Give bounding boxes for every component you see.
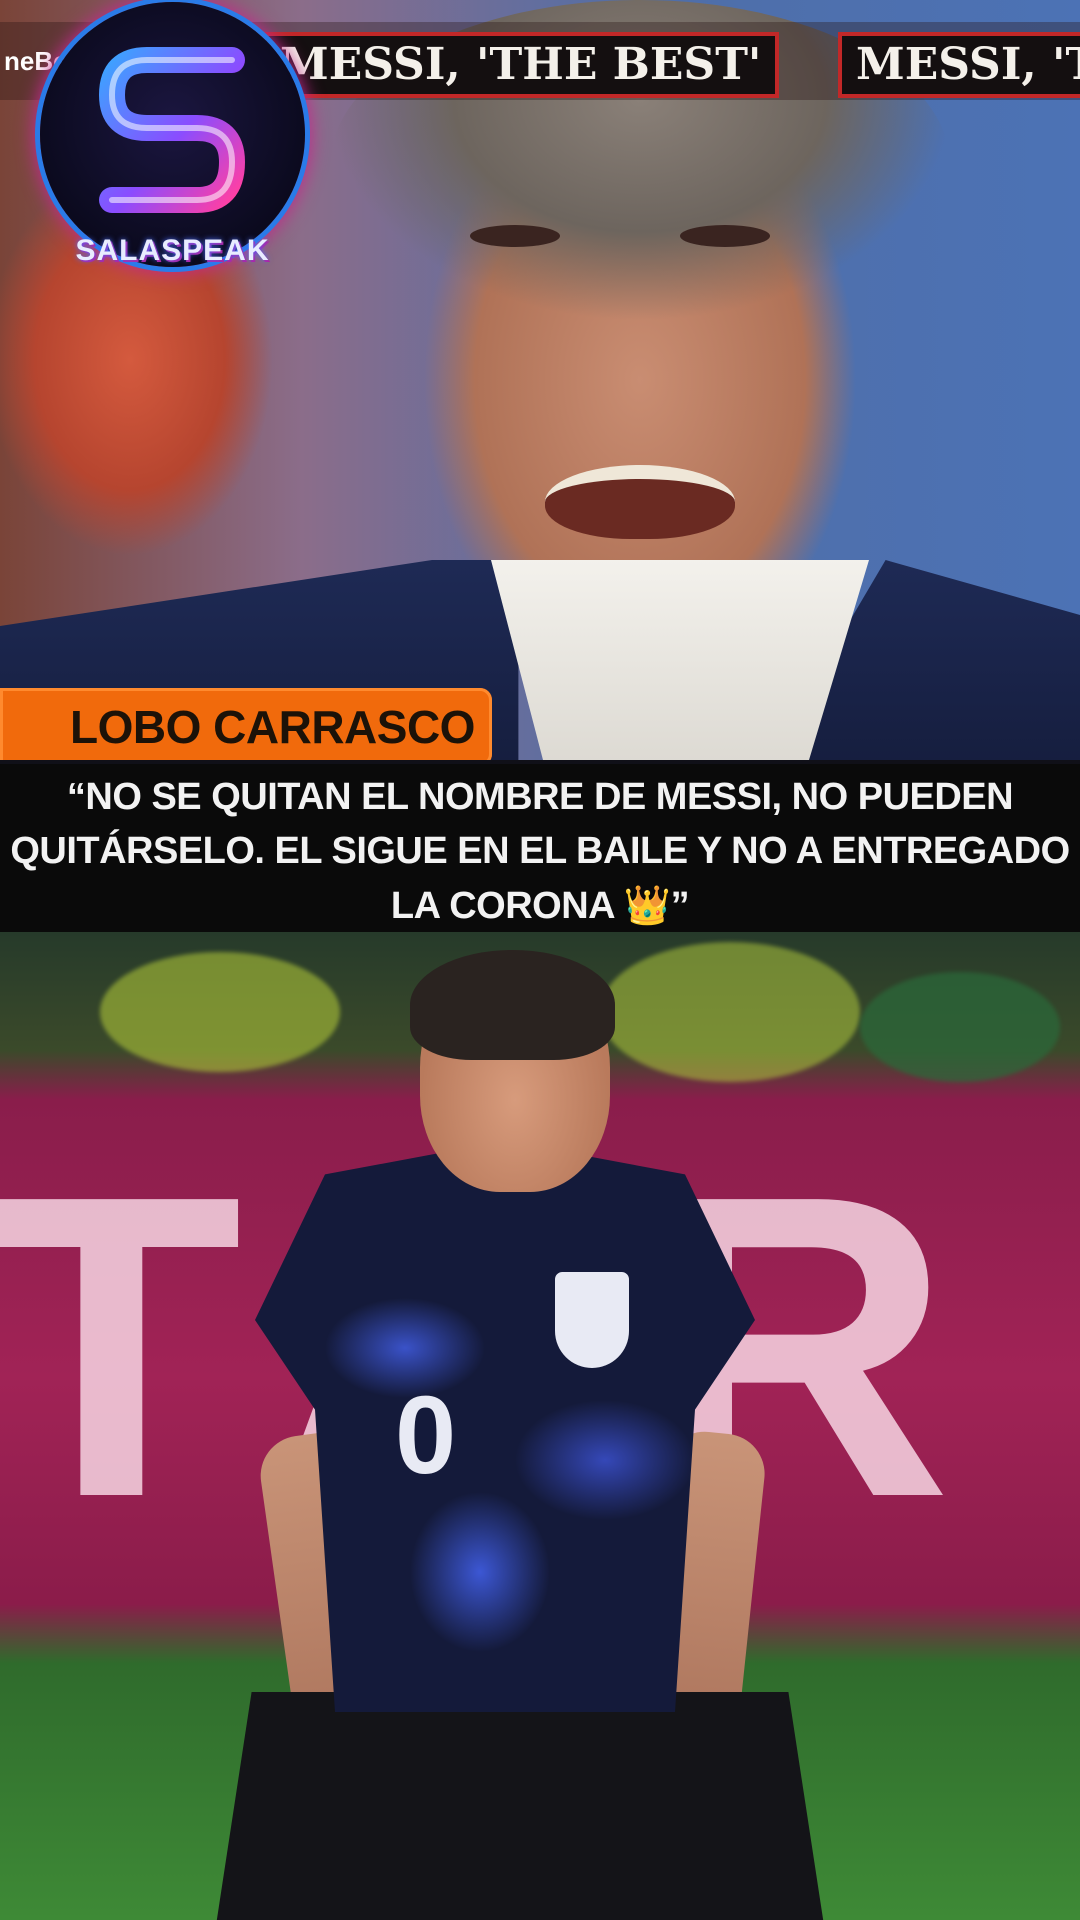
- crest-icon: [555, 1272, 629, 1368]
- player-shorts: [215, 1692, 825, 1920]
- quote-caption: “NO SE QUITAN EL NOMBRE DE MESSI, NO PUE…: [0, 764, 1080, 932]
- commentator-mouth: [545, 465, 735, 539]
- quote-line-1: “NO SE QUITAN EL NOMBRE DE MESSI, NO PUE…: [66, 776, 1014, 818]
- channel-logo: SALASPEAK: [40, 2, 305, 267]
- quote-closing-mark: ”: [670, 885, 690, 927]
- crowd-blur: [100, 952, 340, 1072]
- logo-name: SALASPEAK: [75, 234, 270, 267]
- quote-line-2: QUITÁRSELO. EL SIGUE EN EL BAILE Y NO A …: [10, 830, 1070, 872]
- bottom-photo-panel: TAR 0: [0, 932, 1080, 1920]
- top-photo-panel: neBe MESSI, 'THE BEST' MESSI, 'T SALASPE…: [0, 0, 1080, 760]
- jersey-number: 0: [395, 1374, 457, 1497]
- speaker-name: LOBO CARRASCO: [70, 701, 475, 753]
- crowd-blur: [600, 942, 860, 1082]
- crowd-blur: [860, 972, 1060, 1082]
- quote-line-3-text: LA CORONA: [390, 885, 614, 927]
- player-hair: [410, 950, 615, 1060]
- commentator-eye-right: [680, 225, 770, 247]
- ticker-item: MESSI, 'THE BEST': [262, 32, 780, 98]
- quote-line-3: LA CORONA 👑”: [0, 884, 1080, 928]
- crown-icon: 👑: [623, 885, 671, 927]
- speaker-name-tag: LOBO CARRASCO: [0, 688, 492, 760]
- player-jersey: [255, 1152, 755, 1712]
- s-letter-icon: [99, 47, 245, 213]
- ticker-item: MESSI, 'T: [838, 32, 1080, 98]
- commentator-eye-left: [470, 225, 560, 247]
